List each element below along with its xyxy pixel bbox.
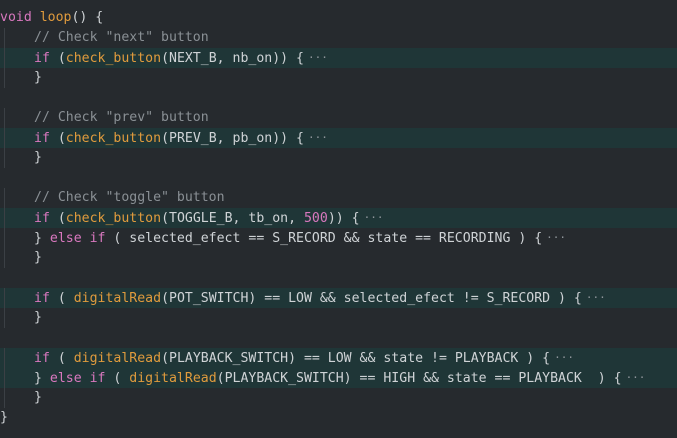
code-token: ( [49,291,74,306]
code-line[interactable]: } [0,408,677,428]
indent-guide [4,208,5,228]
code-token: else if [49,231,106,246]
indent-guide [4,388,5,408]
code-token: } [34,250,42,265]
indent-guide [4,228,5,248]
code-token: digitalRead [73,291,162,306]
code-line[interactable]: } else if ( digitalRead(PLAYBACK_SWITCH)… [0,368,677,388]
code-line[interactable]: if (check_button(NEXT_B, nb_on)) { ··· [0,48,677,68]
code-line[interactable]: } else if ( selected_efect == S_RECORD &… [0,228,677,248]
code-token: if [34,351,50,366]
code-token: check_button [65,131,162,146]
indent-guide [4,48,5,68]
code-token: (PLAYBACK_SWITCH) == HIGH && state == PL… [216,371,622,386]
fold-ellipsis-icon[interactable]: ··· [308,48,328,68]
code-token: ( selected_efect == S_RECORD && state ==… [105,231,543,246]
code-line[interactable] [0,88,677,108]
code-token: // Check "prev" button [34,110,209,125]
indent-guide [4,68,5,88]
fold-ellipsis-icon[interactable]: ··· [546,228,566,248]
code-line[interactable]: // Check "toggle" button [0,188,677,208]
code-token: } [34,390,42,405]
indent-guide [4,368,5,388]
code-token: void [0,10,32,25]
code-token: (POT_SWITCH) == LOW && selected_efect !=… [161,291,582,306]
code-token: if [34,291,50,306]
fold-ellipsis-icon[interactable]: ··· [626,368,646,388]
code-token: () { [71,10,104,25]
code-token: ( [49,51,66,66]
code-line[interactable]: if (check_button(PREV_B, pb_on)) { ··· [0,128,677,148]
indent-guide [4,348,5,368]
code-token: digitalRead [73,351,162,366]
code-token: } [34,371,50,386]
code-line[interactable]: } [0,308,677,328]
code-token: 500 [303,211,328,226]
indent-guide [4,108,5,128]
code-line[interactable]: } [0,248,677,268]
fold-ellipsis-icon[interactable]: ··· [586,288,606,308]
code-line[interactable]: // Check "prev" button [0,108,677,128]
indent-guide [4,248,5,268]
code-line[interactable]: } [0,148,677,168]
code-token: } [34,70,42,85]
code-token: ( [49,131,66,146]
code-token: } [0,410,8,425]
code-token: else if [49,371,106,386]
code-token: (NEXT_B, nb_on)) { [161,51,304,66]
code-line[interactable]: } [0,68,677,88]
code-token: ( [49,351,74,366]
indent-guide [4,148,5,168]
code-token: ( [105,371,130,386]
fold-ellipsis-icon[interactable]: ··· [364,208,384,228]
code-line[interactable] [0,268,677,288]
code-line[interactable]: if ( digitalRead(PLAYBACK_SWITCH) == LOW… [0,348,677,368]
indent-guide [4,308,5,328]
code-line[interactable]: // Check "next" button [0,28,677,48]
code-token: (PREV_B, pb_on)) { [161,131,304,146]
code-line[interactable] [0,328,677,348]
code-token: if [34,51,50,66]
code-token: if [34,131,50,146]
code-line[interactable] [0,168,677,188]
code-token: check_button [65,211,162,226]
code-token: } [34,150,42,165]
code-token: loop [39,10,72,25]
code-token: ( [49,211,66,226]
code-token: // Check "next" button [34,30,209,45]
code-editor[interactable]: void loop() {// Check "next" button if (c… [0,0,677,438]
indent-guide [4,28,5,48]
code-line[interactable]: void loop() { [0,8,677,28]
code-token: digitalRead [129,371,217,386]
code-line[interactable]: if (check_button(TOGGLE_B, tb_on, 500)) … [0,208,677,228]
code-token: if [34,211,50,226]
fold-ellipsis-icon[interactable]: ··· [554,348,574,368]
code-line[interactable]: if ( digitalRead(POT_SWITCH) == LOW && s… [0,288,677,308]
code-token: (TOGGLE_B, tb_on, [161,211,304,226]
indent-guide [4,188,5,208]
code-line[interactable]: } [0,388,677,408]
code-token: } [34,310,42,325]
indent-guide [4,288,5,308]
indent-guide [4,128,5,148]
code-token: (PLAYBACK_SWITCH) == LOW && state != PLA… [161,351,551,366]
fold-ellipsis-icon[interactable]: ··· [308,128,328,148]
code-token: check_button [65,51,162,66]
code-token: } [34,231,50,246]
code-token: )) { [327,211,360,226]
code-token: // Check "toggle" button [34,190,225,205]
